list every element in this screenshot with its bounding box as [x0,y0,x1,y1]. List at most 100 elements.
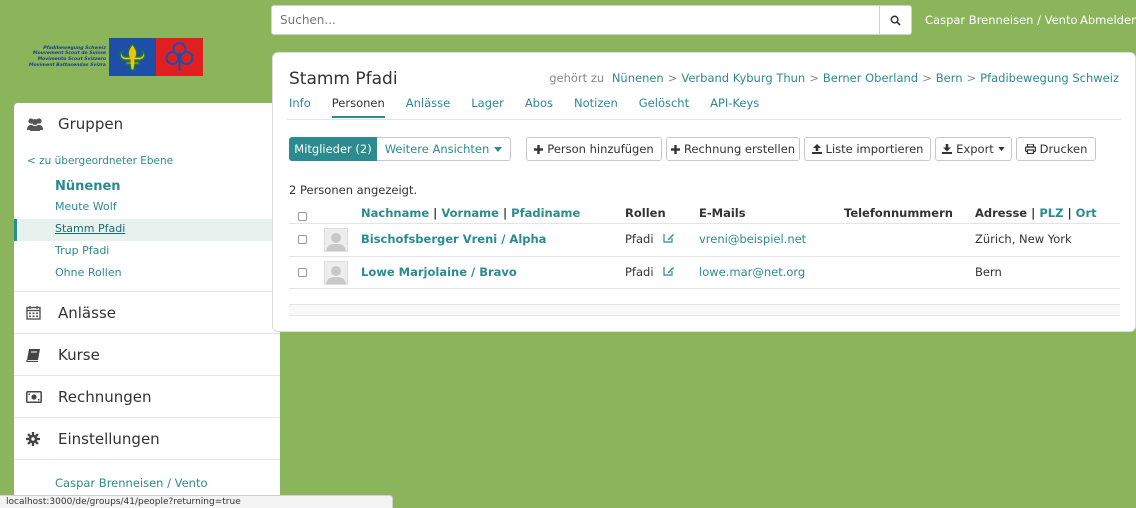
tab-lager[interactable]: Lager [471,96,504,118]
people-table: Nachname | Vorname | Pfadiname Rollen E-… [289,201,1120,289]
sidebar-section-settings[interactable]: Einstellungen [14,418,280,460]
breadcrumb-prefix: gehört zu [549,71,605,85]
breadcrumb-item[interactable]: Nünenen [612,71,664,85]
logo-emblem [109,38,203,76]
header-user-link[interactable]: Caspar Brenneisen / Vento [925,13,1078,27]
tab-notizen[interactable]: Notizen [574,96,618,118]
tab-bar: Info Personen Anlässe Lager Abos Notizen… [289,96,780,118]
download-icon [942,144,953,154]
sidebar-item-stamm-pfadi[interactable]: Stamm Pfadi [14,219,280,241]
column-header-name: Nachname | Vorname | Pfadiname [361,206,580,220]
tab-divider [287,119,1121,120]
caret-down-icon [998,147,1005,151]
user-silhouette-icon [326,266,346,284]
breadcrumb-item[interactable]: Bern [936,71,963,85]
tab-abos[interactable]: Abos [525,96,553,118]
result-count: 2 Personen angezeigt. [289,183,418,197]
logo-text-block: Pfadibewegung Schweiz Mouvement Scout de… [17,38,109,76]
sort-roles-link[interactable]: Rollen [625,206,666,220]
row-checkbox[interactable] [298,235,307,244]
button-label: Person hinzufügen [547,142,654,156]
organization-logo[interactable]: Pfadibewegung Schweiz Mouvement Scout de… [17,38,203,76]
edit-role-icon[interactable] [663,264,675,279]
page-title: Stamm Pfadi [289,69,398,89]
caret-down-icon [494,146,503,152]
members-filter-button[interactable]: Mitglieder (2) [289,137,377,161]
breadcrumb-item[interactable]: Berner Oberland [823,71,918,85]
export-dropdown[interactable]: Export [935,137,1012,161]
sidebar-section-label: Gruppen [58,115,124,133]
import-list-button[interactable]: Liste importieren [804,137,931,161]
person-name-link[interactable]: Bischofsberger Vreni / Alpha [361,232,546,246]
money-bill-icon [26,390,48,403]
calendar-icon [26,305,48,320]
button-label: Drucken [1039,142,1088,156]
sidebar-item-ohne-rollen[interactable]: Ohne Rollen [14,263,280,285]
parent-level-link[interactable]: < zu übergeordneter Ebene [14,145,280,175]
person-name-link[interactable]: Lowe Marjolaine / Bravo [361,265,517,279]
tab-anlaesse[interactable]: Anlässe [406,96,450,118]
search-input[interactable] [271,5,880,35]
tab-personen[interactable]: Personen [331,96,385,118]
edit-role-icon[interactable] [663,231,675,246]
person-address: Zürich, New York [975,232,1072,246]
sidebar-section-invoices[interactable]: Rechnungen [14,376,280,418]
button-label: Export [956,142,994,156]
logout-link[interactable]: Abmelden [1080,13,1136,27]
sort-zip-link[interactable]: PLZ [1039,206,1063,220]
logo-line: Moviment Battasendas Svizra [28,62,106,68]
create-invoice-button[interactable]: Rechnung erstellen [666,137,800,161]
breadcrumb-item[interactable]: Pfadibewegung Schweiz [980,71,1119,85]
tab-info[interactable]: Info [289,96,311,118]
column-header-address: Adresse | PLZ | Ort [975,206,1097,220]
upload-icon [811,144,822,154]
sidebar-section-groups[interactable]: Gruppen [14,103,280,145]
button-label: Mitglieder (2) [294,142,372,156]
book-icon [26,348,48,362]
breadcrumb-item[interactable]: Verband Kyburg Thun [681,71,805,85]
tab-api-keys[interactable]: API-Keys [710,96,759,118]
tab-geloescht[interactable]: Gelöscht [639,96,689,118]
search-button[interactable] [880,5,912,35]
plus-icon [670,144,680,154]
column-header-phones: Telefonnummern [844,206,953,220]
header-separator: | [502,206,508,220]
sidebar-item-trup-pfadi[interactable]: Trup Pfadi [14,241,280,263]
person-role: Pfadi [625,232,654,246]
person-role: Pfadi [625,265,654,279]
browser-status-url: localhost:3000/de/groups/41/people?retur… [0,495,393,508]
groups-section: Gruppen < zu übergeordneter Ebene Nünene… [14,103,280,292]
header-separator: | [1067,206,1072,220]
table-header-row: Nachname | Vorname | Pfadiname Rollen E-… [289,201,1120,223]
row-checkbox[interactable] [298,268,307,277]
plus-icon [534,144,544,154]
users-icon [26,117,48,131]
main-panel: Stamm Pfadi gehört zu Nünenen > Verband Ky… [272,52,1136,332]
sort-lastname-link[interactable]: Nachname [361,206,429,220]
person-email-link[interactable]: vreni@beispiel.net [699,232,806,246]
avatar [324,261,348,285]
sidebar-section-label: Rechnungen [58,387,152,406]
sort-firstname-link[interactable]: Vorname [441,206,499,220]
table-row: Lowe Marjolaine / Bravo Pfadi lowe.mar@n… [289,256,1120,289]
sidebar: Gruppen < zu übergeordneter Ebene Nünene… [14,103,280,508]
breadcrumb-separator: > [922,71,932,85]
add-person-button[interactable]: Person hinzufügen [526,137,662,161]
print-button[interactable]: Drucken [1016,137,1096,161]
sidebar-user-link[interactable]: Caspar Brenneisen / Vento [14,460,280,490]
sidebar-section-courses[interactable]: Kurse [14,334,280,376]
header-separator: | [433,206,438,220]
sidebar-section-events[interactable]: Anlässe [14,292,280,334]
sidebar-item-meute-wolf[interactable]: Meute Wolf [14,197,280,219]
person-address: Bern [975,265,1002,279]
gear-icon [26,431,48,446]
sidebar-layer-title[interactable]: Nünenen [14,175,280,197]
breadcrumb-separator: > [809,71,819,85]
person-email-link[interactable]: lowe.mar@net.org [699,265,805,279]
sort-town-link[interactable]: Ort [1076,206,1097,220]
more-views-dropdown[interactable]: Weitere Ansichten [377,137,511,161]
print-icon [1024,144,1036,154]
select-all-checkbox[interactable] [298,212,307,221]
user-silhouette-icon [326,233,346,251]
sort-nickname-link[interactable]: Pfadiname [511,206,580,220]
